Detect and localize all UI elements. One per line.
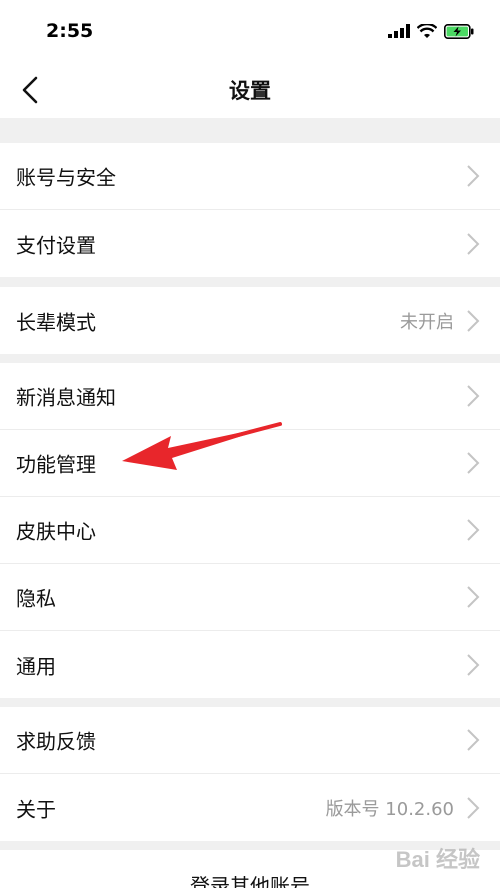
settings-item-label: 账号与安全 [16,165,116,190]
settings-group-general: 新消息通知 功能管理 皮肤中心 隐私 通用 [0,363,500,698]
settings-item-feature-management[interactable]: 功能管理 [0,430,500,497]
settings-group-elder: 长辈模式 未开启 [0,287,500,354]
chevron-right-icon [467,165,480,187]
status-bar: 2:55 [0,0,500,62]
settings-item-label: 功能管理 [16,452,96,477]
settings-item-notifications[interactable]: 新消息通知 [0,363,500,430]
settings-item-value: 版本号 10.2.60 [325,798,454,820]
settings-item-feedback[interactable]: 求助反馈 [0,707,500,774]
settings-item-label: 隐私 [16,586,56,611]
chevron-right-icon [467,309,480,332]
settings-item-skin-center[interactable]: 皮肤中心 [0,497,500,564]
login-other-account-label: 登录其他账号 [190,874,310,888]
status-time: 2:55 [46,20,94,42]
chevron-right-icon [467,586,480,608]
settings-item-elder-mode[interactable]: 长辈模式 未开启 [0,287,500,354]
signal-icon [388,24,410,38]
watermark: Bai 经验 [395,847,480,872]
chevron-right-icon [467,519,480,541]
settings-group-account: 账号与安全 支付设置 [0,143,500,277]
settings-item-privacy[interactable]: 隐私 [0,564,500,631]
settings-item-label: 长辈模式 [16,310,96,334]
settings-group-help: 求助反馈 关于 版本号 10.2.60 [0,707,500,841]
chevron-right-icon [467,729,480,751]
status-icons [388,21,474,41]
nav-bar: 设置 [0,62,500,118]
settings-item-value: 未开启 [400,311,454,333]
chevron-right-icon [467,653,480,676]
settings-item-label: 支付设置 [16,233,96,257]
chevron-right-icon [467,232,480,255]
settings-item-label: 通用 [16,654,56,678]
settings-item-label: 皮肤中心 [16,519,96,544]
wifi-icon [417,23,437,38]
settings-item-account-security[interactable]: 账号与安全 [0,143,500,210]
settings-item-label: 求助反馈 [16,729,96,754]
battery-charging-icon [444,23,474,39]
chevron-right-icon [467,796,480,819]
settings-item-label: 新消息通知 [16,385,116,410]
chevron-right-icon [467,385,480,407]
page-title: 设置 [229,79,271,103]
settings-item-about[interactable]: 关于 版本号 10.2.60 [0,774,500,841]
chevron-right-icon [467,452,480,474]
settings-item-label: 关于 [16,797,56,821]
settings-item-payment[interactable]: 支付设置 [0,210,500,277]
settings-item-general[interactable]: 通用 [0,631,500,698]
